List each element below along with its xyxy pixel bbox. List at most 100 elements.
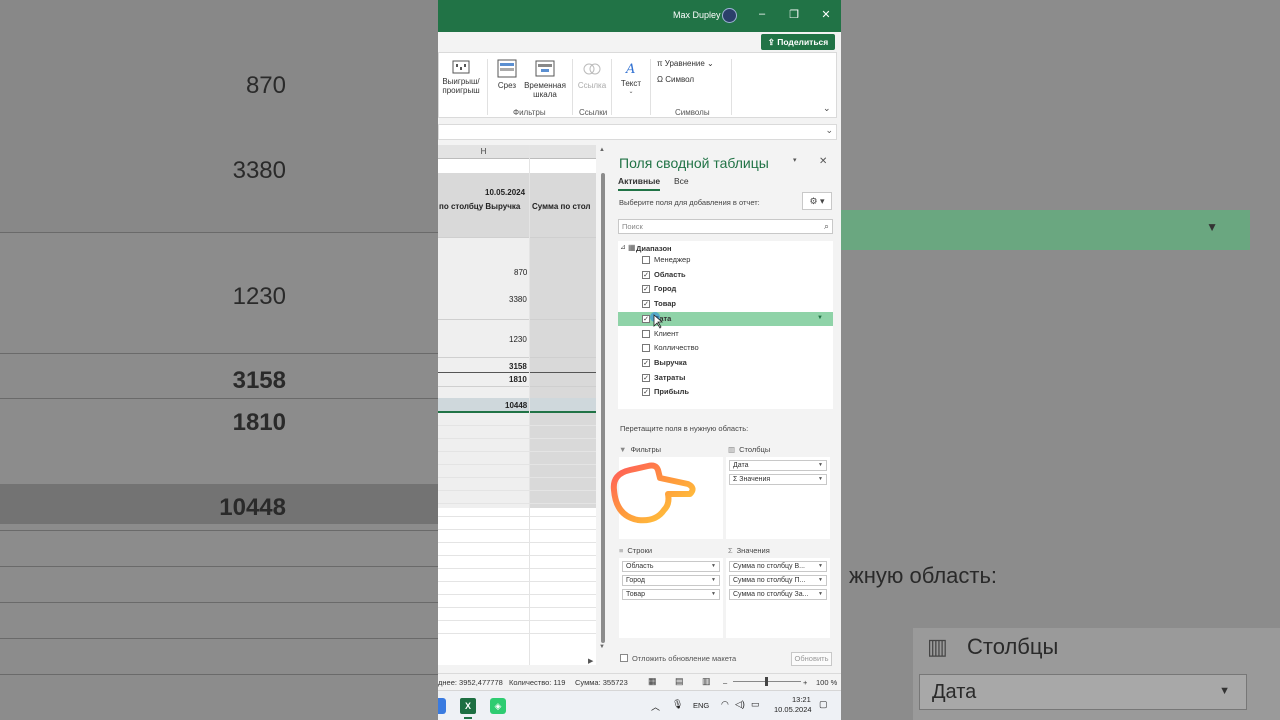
column-header-i[interactable] bbox=[530, 145, 596, 159]
timeline-button[interactable]: Временная шкала bbox=[523, 59, 567, 99]
zoom-level[interactable]: 100 % bbox=[816, 678, 837, 687]
column-header-h[interactable]: H bbox=[438, 145, 529, 159]
notification-icon[interactable]: ▢ bbox=[819, 699, 828, 710]
user-name[interactable]: Max Dupley bbox=[673, 10, 721, 20]
value-header-cell[interactable]: Сумма по стол bbox=[532, 202, 591, 211]
column-field-pill[interactable]: Дата ▼ bbox=[729, 460, 827, 471]
app-icon[interactable]: ◈ bbox=[490, 698, 506, 714]
zoom-out-icon[interactable]: – bbox=[723, 678, 727, 687]
chevron-up-icon[interactable]: ︿ bbox=[651, 700, 660, 713]
equation-button[interactable]: π Уравнение ⌄ bbox=[657, 59, 714, 68]
search-input[interactable]: Поиск ⌕ bbox=[618, 219, 833, 234]
values-area[interactable]: Сумма по столбцу В... ▼ Сумма по столбцу … bbox=[726, 558, 830, 638]
chevron-down-icon: ⌄ bbox=[628, 89, 634, 95]
date-header-cell[interactable]: 10.05.2024 bbox=[485, 188, 525, 197]
scroll-right-icon[interactable]: ▶ bbox=[588, 657, 593, 665]
wifi-icon[interactable]: ◠ bbox=[721, 699, 729, 710]
filters-group-label: Фильтры bbox=[513, 108, 546, 117]
scrollbar-thumb[interactable] bbox=[601, 173, 605, 643]
value-cell[interactable]: 1230 bbox=[509, 335, 527, 344]
field-root[interactable]: Диапазон bbox=[636, 244, 672, 253]
scroll-up-icon[interactable]: ▲ bbox=[599, 147, 605, 153]
checkbox[interactable]: ✓ bbox=[642, 358, 650, 367]
checkbox[interactable]: ✓ bbox=[642, 300, 650, 309]
checkbox[interactable]: ✓ bbox=[642, 314, 650, 323]
pill-label: Город bbox=[626, 577, 645, 584]
value-cell[interactable]: 3158 bbox=[509, 362, 527, 371]
defer-update-checkbox[interactable]: Отложить обновление макета bbox=[620, 654, 736, 663]
formula-bar[interactable]: ⌄ bbox=[438, 124, 837, 140]
field-item[interactable]: ✓ Область bbox=[618, 268, 833, 282]
row-field-pill[interactable]: Область ▼ bbox=[622, 561, 720, 572]
checkbox[interactable]: ✓ bbox=[642, 285, 650, 294]
tab-all[interactable]: Все bbox=[674, 176, 689, 186]
settings-button[interactable]: ⚙ ▾ bbox=[802, 192, 832, 210]
clock-date[interactable]: 10.05.2024 bbox=[774, 705, 812, 714]
columns-icon: ▥ bbox=[728, 445, 736, 454]
value-cell[interactable]: 1810 bbox=[509, 375, 527, 384]
checkbox[interactable]: ✓ bbox=[642, 270, 650, 279]
symbol-button[interactable]: Ω Символ bbox=[657, 75, 694, 84]
bg-text: Столбцы bbox=[967, 634, 1059, 659]
field-item[interactable]: ✓ Товар bbox=[618, 297, 833, 311]
update-button[interactable]: Обновить bbox=[791, 652, 832, 666]
ribbon-collapse-icon[interactable]: ⌄ bbox=[823, 103, 831, 114]
winloss-label: Выигрыш/ проигрыш bbox=[442, 77, 480, 95]
winloss-button[interactable]: Выигрыш/ проигрыш bbox=[439, 59, 483, 95]
field-item[interactable]: Менеджер bbox=[618, 253, 833, 267]
normal-view-icon[interactable]: ▦ bbox=[648, 676, 657, 687]
grand-total-cell[interactable]: 10448 bbox=[505, 401, 527, 410]
checkbox[interactable] bbox=[642, 329, 650, 338]
link-button[interactable]: Ссылка bbox=[577, 59, 607, 90]
vertical-scrollbar[interactable]: ▲ ▼ bbox=[598, 145, 608, 655]
field-item[interactable]: ✓ Город bbox=[618, 282, 833, 296]
restore-button[interactable]: ❐ bbox=[787, 8, 801, 21]
chevron-down-icon[interactable]: ▾ bbox=[793, 156, 797, 164]
field-item[interactable]: ✓ Прибыль bbox=[618, 385, 833, 399]
checkbox[interactable] bbox=[642, 344, 650, 353]
language-indicator[interactable]: ENG bbox=[693, 701, 709, 710]
value-field-pill[interactable]: Сумма по столбцу П... ▼ bbox=[729, 575, 827, 586]
text-button[interactable]: A Текст ⌄ bbox=[617, 59, 645, 95]
value-field-pill[interactable]: Сумма по столбцу За... ▼ bbox=[729, 589, 827, 600]
checkbox[interactable]: ✓ bbox=[642, 388, 650, 397]
field-item[interactable]: ✓ Выручка bbox=[618, 356, 833, 370]
row-field-pill[interactable]: Город ▼ bbox=[622, 575, 720, 586]
close-icon[interactable]: ✕ bbox=[819, 156, 827, 167]
value-cell[interactable]: 870 bbox=[514, 268, 527, 277]
minimize-button[interactable]: – bbox=[755, 8, 769, 20]
field-item[interactable]: Колличество bbox=[618, 341, 833, 355]
checkbox[interactable] bbox=[620, 654, 628, 662]
excel-icon[interactable]: X bbox=[460, 698, 476, 714]
page-layout-icon[interactable]: ▤ bbox=[675, 676, 684, 687]
checkbox[interactable] bbox=[642, 256, 650, 264]
zoom-in-icon[interactable]: + bbox=[803, 678, 807, 687]
grid-line bbox=[438, 633, 596, 634]
share-button[interactable]: ⇪ Поделиться bbox=[761, 34, 835, 50]
microphone-icon[interactable]: 🎙 bbox=[672, 699, 683, 710]
value-header-cell[interactable]: по столбцу Выручка bbox=[439, 202, 520, 211]
chevron-down-icon[interactable]: ⌄ bbox=[825, 125, 833, 136]
battery-icon[interactable]: ▭ bbox=[751, 699, 760, 710]
zoom-slider-thumb[interactable] bbox=[765, 677, 768, 686]
value-cell[interactable]: 3380 bbox=[509, 295, 527, 304]
collapse-icon[interactable]: ⊿ bbox=[620, 243, 626, 251]
field-item[interactable]: ✓ Затраты bbox=[618, 371, 833, 385]
column-field-pill[interactable]: Σ Значения ▼ bbox=[729, 474, 827, 485]
rows-area[interactable]: Область ▼ Город ▼ Товар ▼ bbox=[619, 558, 723, 638]
checkbox[interactable]: ✓ bbox=[642, 373, 650, 382]
avatar[interactable] bbox=[722, 8, 737, 23]
close-button[interactable]: ✕ bbox=[819, 8, 833, 21]
spreadsheet-grid[interactable]: H 10.05.2024 по столбцу Выручка Сумма по… bbox=[438, 145, 596, 665]
tab-active[interactable]: Активные bbox=[618, 176, 661, 191]
scroll-down-icon[interactable]: ▼ bbox=[599, 644, 605, 650]
row-field-pill[interactable]: Товар ▼ bbox=[622, 589, 720, 600]
clock-time[interactable]: 13:21 bbox=[792, 695, 811, 704]
slicer-button[interactable]: Срез bbox=[495, 59, 519, 90]
dropdown-icon[interactable]: ▼ bbox=[817, 315, 823, 321]
app-icon[interactable] bbox=[438, 698, 446, 714]
page-break-icon[interactable]: ▥ bbox=[702, 676, 711, 687]
value-field-pill[interactable]: Сумма по столбцу В... ▼ bbox=[729, 561, 827, 572]
volume-icon[interactable]: ◁) bbox=[735, 699, 745, 710]
columns-area[interactable]: Дата ▼ Σ Значения ▼ bbox=[726, 457, 830, 539]
